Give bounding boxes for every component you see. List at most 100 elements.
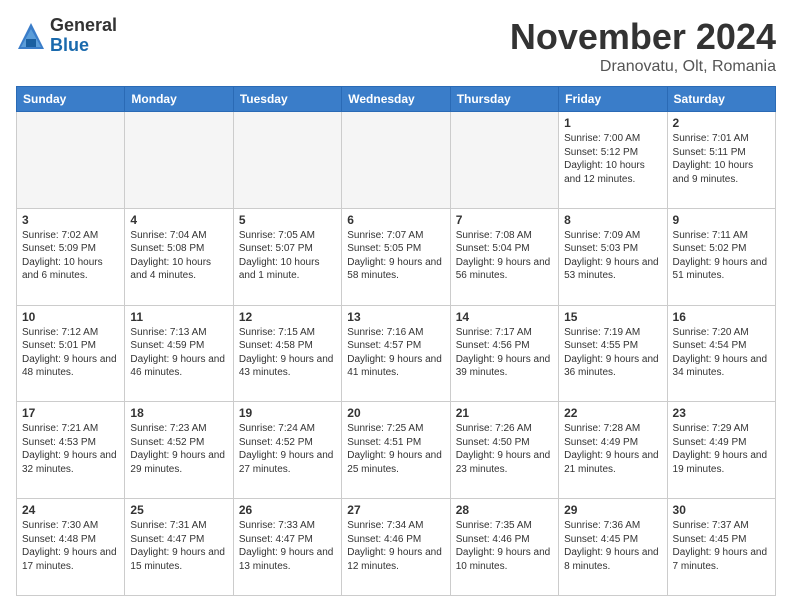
calendar-week-row: 10 Sunrise: 7:12 AM Sunset: 5:01 PM Dayli… <box>17 305 776 402</box>
calendar-week-row: 1Sunrise: 7:00 AM Sunset: 5:12 PM Daylig… <box>17 112 776 209</box>
day-number: 20 <box>347 406 444 420</box>
day-info: Sunrise: 7:31 AM Sunset: 4:47 PM Dayligh… <box>130 519 227 573</box>
calendar-day-cell: 11 Sunrise: 7:13 AM Sunset: 4:59 PM Dayli… <box>125 305 233 402</box>
day-number: 8 <box>564 213 661 227</box>
header: General Blue November 2024 Dranovatu, Ol… <box>16 16 776 76</box>
day-number: 25 <box>130 503 227 517</box>
calendar-day-cell: 8Sunrise: 7:09 AM Sunset: 5:03 PM Daylig… <box>559 208 667 305</box>
calendar-week-row: 3 Sunrise: 7:02 AM Sunset: 5:09 PM Daylig… <box>17 208 776 305</box>
day-info: Sunrise: 7:23 AM Sunset: 4:52 PM Dayligh… <box>130 422 227 476</box>
location: Dranovatu, Olt, Romania <box>510 58 776 76</box>
day-info: Sunrise: 7:12 AM Sunset: 5:01 PM Dayligh… <box>22 326 119 380</box>
calendar-body: 1Sunrise: 7:00 AM Sunset: 5:12 PM Daylig… <box>17 112 776 596</box>
day-info: Sunrise: 7:15 AM Sunset: 4:58 PM Dayligh… <box>239 326 336 380</box>
calendar-day-cell: 30 Sunrise: 7:37 AM Sunset: 4:45 PM Dayli… <box>667 499 775 596</box>
calendar-table: SundayMondayTuesdayWednesdayThursdayFrid… <box>16 86 776 596</box>
logo: General Blue <box>16 16 117 56</box>
day-info: Sunrise: 7:13 AM Sunset: 4:59 PM Dayligh… <box>130 326 227 380</box>
calendar-day-cell: 1Sunrise: 7:00 AM Sunset: 5:12 PM Daylig… <box>559 112 667 209</box>
day-info: Sunrise: 7:17 AM Sunset: 4:56 PM Dayligh… <box>456 326 553 380</box>
calendar-day-cell: 3 Sunrise: 7:02 AM Sunset: 5:09 PM Daylig… <box>17 208 125 305</box>
calendar-day-cell <box>17 112 125 209</box>
weekday-header-cell: Friday <box>559 87 667 112</box>
day-number: 15 <box>564 310 661 324</box>
day-info: Sunrise: 7:08 AM Sunset: 5:04 PM Dayligh… <box>456 229 553 283</box>
calendar-day-cell: 9Sunrise: 7:11 AM Sunset: 5:02 PM Daylig… <box>667 208 775 305</box>
day-number: 12 <box>239 310 336 324</box>
day-info: Sunrise: 7:04 AM Sunset: 5:08 PM Dayligh… <box>130 229 227 283</box>
calendar-day-cell: 18 Sunrise: 7:23 AM Sunset: 4:52 PM Dayli… <box>125 402 233 499</box>
calendar-day-cell: 22Sunrise: 7:28 AM Sunset: 4:49 PM Dayli… <box>559 402 667 499</box>
day-number: 26 <box>239 503 336 517</box>
calendar-day-cell: 19 Sunrise: 7:24 AM Sunset: 4:52 PM Dayli… <box>233 402 341 499</box>
day-number: 27 <box>347 503 444 517</box>
day-info: Sunrise: 7:30 AM Sunset: 4:48 PM Dayligh… <box>22 519 119 573</box>
calendar-day-cell: 6 Sunrise: 7:07 AM Sunset: 5:05 PM Daylig… <box>342 208 450 305</box>
day-number: 23 <box>673 406 770 420</box>
calendar-day-cell: 5Sunrise: 7:05 AM Sunset: 5:07 PM Daylig… <box>233 208 341 305</box>
calendar-day-cell: 21 Sunrise: 7:26 AM Sunset: 4:50 PM Dayli… <box>450 402 558 499</box>
calendar-day-cell: 20 Sunrise: 7:25 AM Sunset: 4:51 PM Dayli… <box>342 402 450 499</box>
calendar-week-row: 17 Sunrise: 7:21 AM Sunset: 4:53 PM Dayli… <box>17 402 776 499</box>
day-info: Sunrise: 7:07 AM Sunset: 5:05 PM Dayligh… <box>347 229 444 283</box>
calendar-day-cell: 13 Sunrise: 7:16 AM Sunset: 4:57 PM Dayli… <box>342 305 450 402</box>
calendar-day-cell: 29Sunrise: 7:36 AM Sunset: 4:45 PM Dayli… <box>559 499 667 596</box>
day-info: Sunrise: 7:05 AM Sunset: 5:07 PM Dayligh… <box>239 229 336 283</box>
day-number: 13 <box>347 310 444 324</box>
day-number: 6 <box>347 213 444 227</box>
day-number: 19 <box>239 406 336 420</box>
day-number: 3 <box>22 213 119 227</box>
calendar-day-cell: 23 Sunrise: 7:29 AM Sunset: 4:49 PM Dayli… <box>667 402 775 499</box>
day-number: 18 <box>130 406 227 420</box>
day-info: Sunrise: 7:02 AM Sunset: 5:09 PM Dayligh… <box>22 229 119 283</box>
day-number: 16 <box>673 310 770 324</box>
logo-blue: Blue <box>50 36 117 56</box>
calendar-day-cell: 17 Sunrise: 7:21 AM Sunset: 4:53 PM Dayli… <box>17 402 125 499</box>
day-info: Sunrise: 7:11 AM Sunset: 5:02 PM Dayligh… <box>673 229 770 283</box>
day-number: 28 <box>456 503 553 517</box>
day-info: Sunrise: 7:16 AM Sunset: 4:57 PM Dayligh… <box>347 326 444 380</box>
day-number: 7 <box>456 213 553 227</box>
day-number: 10 <box>22 310 119 324</box>
calendar-day-cell <box>342 112 450 209</box>
calendar-day-cell: 16 Sunrise: 7:20 AM Sunset: 4:54 PM Dayli… <box>667 305 775 402</box>
calendar-day-cell: 24Sunrise: 7:30 AM Sunset: 4:48 PM Dayli… <box>17 499 125 596</box>
calendar-day-cell: 26 Sunrise: 7:33 AM Sunset: 4:47 PM Dayli… <box>233 499 341 596</box>
weekday-header-cell: Tuesday <box>233 87 341 112</box>
title-block: November 2024 Dranovatu, Olt, Romania <box>510 16 776 76</box>
day-info: Sunrise: 7:34 AM Sunset: 4:46 PM Dayligh… <box>347 519 444 573</box>
day-info: Sunrise: 7:26 AM Sunset: 4:50 PM Dayligh… <box>456 422 553 476</box>
day-number: 2 <box>673 116 770 130</box>
calendar-week-row: 24Sunrise: 7:30 AM Sunset: 4:48 PM Dayli… <box>17 499 776 596</box>
day-info: Sunrise: 7:37 AM Sunset: 4:45 PM Dayligh… <box>673 519 770 573</box>
calendar-day-cell: 28 Sunrise: 7:35 AM Sunset: 4:46 PM Dayli… <box>450 499 558 596</box>
calendar-day-cell: 27 Sunrise: 7:34 AM Sunset: 4:46 PM Dayli… <box>342 499 450 596</box>
day-info: Sunrise: 7:29 AM Sunset: 4:49 PM Dayligh… <box>673 422 770 476</box>
day-number: 30 <box>673 503 770 517</box>
page: General Blue November 2024 Dranovatu, Ol… <box>0 0 792 612</box>
day-number: 21 <box>456 406 553 420</box>
calendar-day-cell <box>125 112 233 209</box>
day-info: Sunrise: 7:00 AM Sunset: 5:12 PM Dayligh… <box>564 132 661 186</box>
day-info: Sunrise: 7:35 AM Sunset: 4:46 PM Dayligh… <box>456 519 553 573</box>
day-info: Sunrise: 7:19 AM Sunset: 4:55 PM Dayligh… <box>564 326 661 380</box>
day-info: Sunrise: 7:01 AM Sunset: 5:11 PM Dayligh… <box>673 132 770 186</box>
day-info: Sunrise: 7:21 AM Sunset: 4:53 PM Dayligh… <box>22 422 119 476</box>
day-info: Sunrise: 7:25 AM Sunset: 4:51 PM Dayligh… <box>347 422 444 476</box>
day-number: 11 <box>130 310 227 324</box>
calendar-day-cell: 15 Sunrise: 7:19 AM Sunset: 4:55 PM Dayli… <box>559 305 667 402</box>
calendar-day-cell: 25 Sunrise: 7:31 AM Sunset: 4:47 PM Dayli… <box>125 499 233 596</box>
calendar-day-cell: 14 Sunrise: 7:17 AM Sunset: 4:56 PM Dayli… <box>450 305 558 402</box>
calendar-day-cell <box>450 112 558 209</box>
day-info: Sunrise: 7:28 AM Sunset: 4:49 PM Dayligh… <box>564 422 661 476</box>
day-info: Sunrise: 7:33 AM Sunset: 4:47 PM Dayligh… <box>239 519 336 573</box>
calendar-day-cell <box>233 112 341 209</box>
day-info: Sunrise: 7:24 AM Sunset: 4:52 PM Dayligh… <box>239 422 336 476</box>
day-number: 14 <box>456 310 553 324</box>
calendar-day-cell: 10 Sunrise: 7:12 AM Sunset: 5:01 PM Dayli… <box>17 305 125 402</box>
day-number: 4 <box>130 213 227 227</box>
weekday-header-cell: Thursday <box>450 87 558 112</box>
calendar-day-cell: 7 Sunrise: 7:08 AM Sunset: 5:04 PM Daylig… <box>450 208 558 305</box>
day-number: 17 <box>22 406 119 420</box>
day-info: Sunrise: 7:20 AM Sunset: 4:54 PM Dayligh… <box>673 326 770 380</box>
